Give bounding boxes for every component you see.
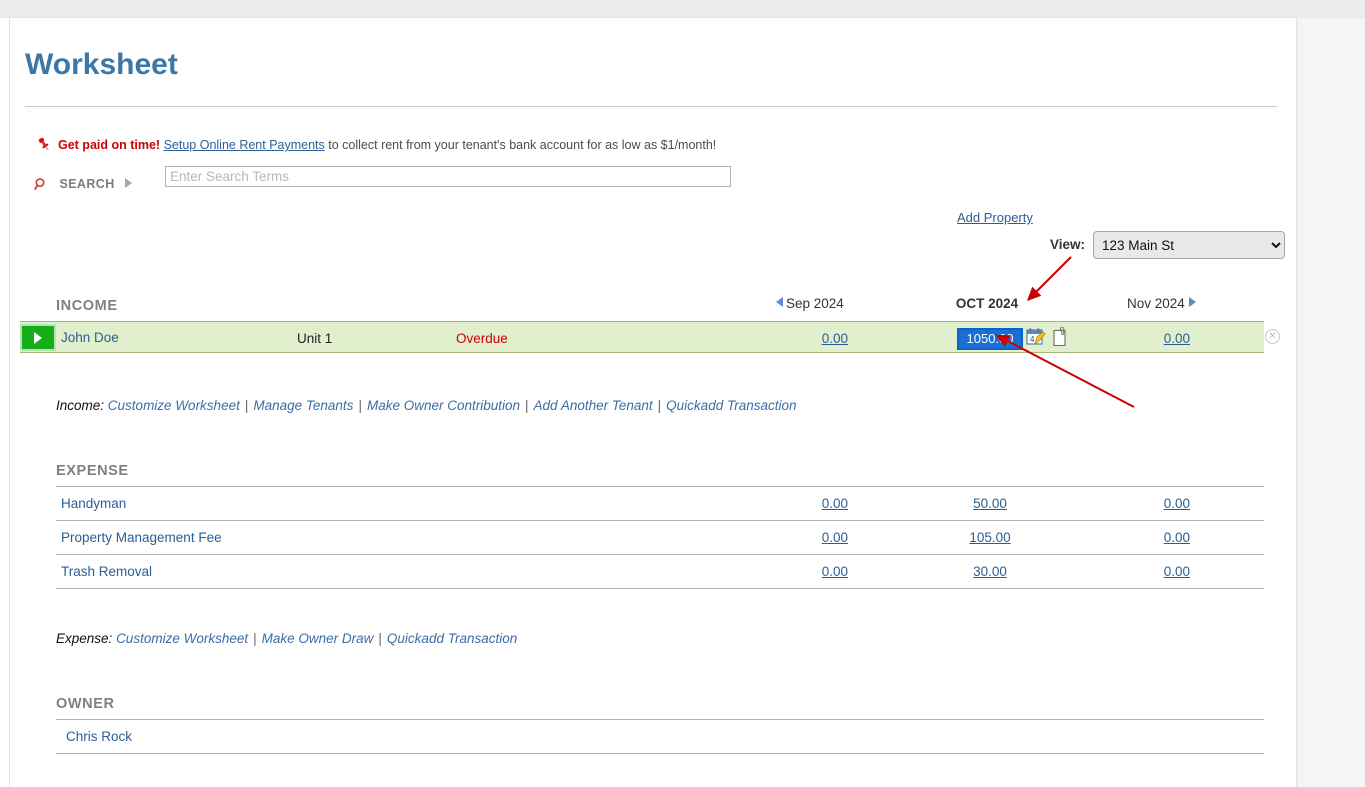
- title-divider: [25, 106, 1277, 107]
- income-link-manage-tenants[interactable]: Manage Tenants: [253, 398, 353, 413]
- income-link-quickadd-transaction[interactable]: Quickadd Transaction: [666, 398, 796, 413]
- prev-month-label: Sep 2024: [786, 296, 844, 311]
- svg-text:4: 4: [1030, 335, 1035, 344]
- income-link-customize-worksheet[interactable]: Customize Worksheet: [108, 398, 240, 413]
- arrow-left-icon[interactable]: [776, 297, 783, 307]
- expense-divider-1: [56, 520, 1264, 521]
- expense-prev-amount-1[interactable]: 0.00: [796, 530, 848, 545]
- expense-next-amount-0[interactable]: 0.00: [1138, 496, 1190, 511]
- income-next-month-amount[interactable]: 0.00: [1138, 331, 1190, 346]
- expense-links-lead: Expense:: [56, 631, 112, 646]
- note-attachment-icon[interactable]: [1052, 327, 1068, 354]
- expense-section-heading: EXPENSE: [56, 463, 129, 479]
- caret-right-icon: [125, 178, 132, 188]
- expense-divider-top: [56, 486, 1264, 487]
- expense-row-name-1[interactable]: Property Management Fee: [61, 530, 222, 545]
- status-badge-overdue: Overdue: [456, 331, 508, 346]
- expense-link-make-owner-draw[interactable]: Make Owner Draw: [262, 631, 374, 646]
- income-link-add-another-tenant[interactable]: Add Another Tenant: [534, 398, 653, 413]
- expense-next-amount-2[interactable]: 0.00: [1138, 564, 1190, 579]
- expand-row-button[interactable]: [20, 324, 56, 351]
- right-background-panel: [1296, 18, 1365, 787]
- income-current-amount-input[interactable]: 1050.00: [957, 328, 1023, 350]
- income-link-make-owner-contribution[interactable]: Make Owner Contribution: [367, 398, 520, 413]
- expense-link-quickadd-transaction[interactable]: Quickadd Transaction: [387, 631, 517, 646]
- owner-divider-top: [56, 719, 1264, 720]
- setup-online-rent-payments-link[interactable]: Setup Online Rent Payments: [164, 138, 325, 152]
- expense-current-amount-2[interactable]: 30.00: [957, 564, 1023, 579]
- add-property-link[interactable]: Add Property: [957, 210, 1033, 225]
- expense-links-row: Expense: Customize Worksheet|Make Owner …: [56, 631, 517, 646]
- pushpin-icon: [36, 136, 52, 155]
- expense-next-amount-1[interactable]: 0.00: [1138, 530, 1190, 545]
- prev-month-header[interactable]: Sep 2024: [776, 296, 844, 311]
- magnifier-icon: [34, 177, 49, 197]
- circle-x-icon[interactable]: ✕: [1265, 329, 1280, 344]
- search-input[interactable]: [165, 166, 731, 187]
- expense-current-amount-0[interactable]: 50.00: [957, 496, 1023, 511]
- income-row-icons: 4: [1026, 327, 1068, 354]
- page-content: Worksheet Get paid on time! Setup Online…: [9, 18, 1296, 787]
- expense-prev-amount-0[interactable]: 0.00: [796, 496, 848, 511]
- calendar-edit-icon[interactable]: 4: [1026, 327, 1046, 354]
- property-view-select[interactable]: 123 Main St: [1093, 231, 1285, 259]
- expense-link-customize-worksheet[interactable]: Customize Worksheet: [116, 631, 248, 646]
- search-row: SEARCH: [34, 176, 132, 197]
- next-month-label: Nov 2024: [1127, 296, 1185, 311]
- expense-divider-2: [56, 554, 1264, 555]
- expense-current-amount-1[interactable]: 105.00: [957, 530, 1023, 545]
- income-prev-month-amount[interactable]: 0.00: [796, 331, 848, 346]
- page-container: Worksheet Get paid on time! Setup Online…: [0, 18, 1296, 787]
- page-title: Worksheet: [25, 48, 178, 82]
- owner-section-heading: OWNER: [56, 696, 115, 712]
- arrow-right-icon[interactable]: [1189, 297, 1196, 307]
- income-tenant-row: [20, 321, 1264, 353]
- owner-divider-bottom: [56, 753, 1264, 754]
- current-month-header: OCT 2024: [953, 296, 1021, 311]
- next-month-header[interactable]: Nov 2024: [1127, 296, 1196, 311]
- month-column-headers: Sep 2024 OCT 2024 Nov 2024: [10, 296, 1297, 316]
- income-links-lead: Income:: [56, 398, 104, 413]
- owner-name-link[interactable]: Chris Rock: [66, 729, 132, 744]
- screen: Worksheet Get paid on time! Setup Online…: [0, 0, 1365, 787]
- play-triangle-icon: [34, 332, 42, 344]
- expense-row-name-2[interactable]: Trash Removal: [61, 564, 152, 579]
- expense-row-name-0[interactable]: Handyman: [61, 496, 126, 511]
- promo-banner: Get paid on time! Setup Online Rent Paym…: [36, 136, 716, 155]
- expense-prev-amount-2[interactable]: 0.00: [796, 564, 848, 579]
- search-label: SEARCH: [59, 177, 114, 191]
- income-links-row: Income: Customize Worksheet|Manage Tenan…: [56, 398, 797, 413]
- expense-divider-bottom: [56, 588, 1264, 589]
- promo-tail-text: to collect rent from your tenant's bank …: [328, 138, 716, 152]
- tenant-name-link[interactable]: John Doe: [61, 330, 119, 345]
- promo-bold-text: Get paid on time!: [58, 138, 160, 152]
- tenant-unit-label: Unit 1: [297, 331, 332, 346]
- view-label: View:: [1050, 237, 1085, 252]
- browser-top-strip: [0, 0, 1365, 18]
- income-current-amount-value: 1050.00: [959, 330, 1021, 348]
